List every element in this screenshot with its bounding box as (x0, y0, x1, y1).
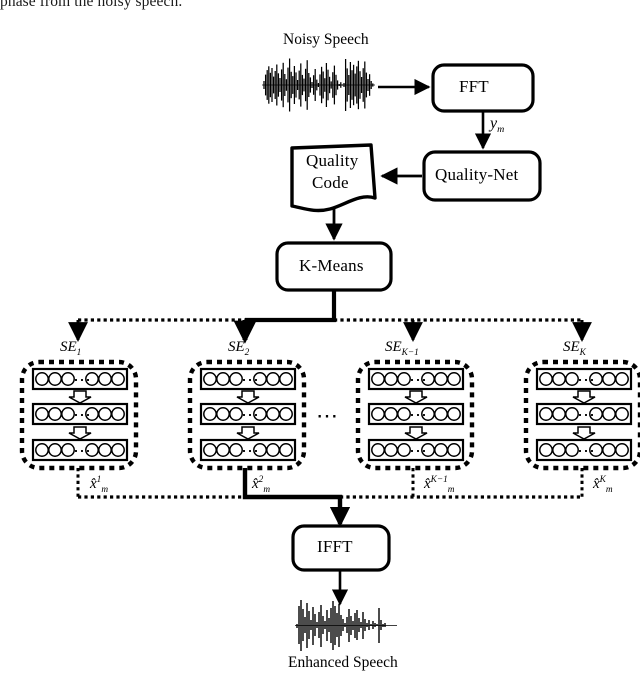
outk1-sup: K−1 (430, 475, 448, 485)
quality-code-label-line2: Code (312, 173, 349, 192)
sek-layer2-ellipsis: ⋯ (577, 405, 596, 425)
out2-base: x̂ (252, 476, 259, 492)
sek1-label: SEK−1 (385, 339, 419, 358)
sek-sub: K (579, 348, 586, 358)
edge-kmeans-to-bus (245, 290, 337, 323)
sek1-layer1-ellipsis: ⋯ (409, 370, 428, 390)
se-group-ellipsis: ⋯ (316, 403, 339, 428)
sek-base: SE (563, 339, 580, 355)
fft-box-label: FFT (459, 77, 489, 96)
k-means-box-label: K-Means (299, 256, 364, 275)
noisy-speech-label: Noisy Speech (283, 31, 369, 48)
ifft-box-label: IFFT (317, 537, 353, 556)
se2-layer2-ellipsis: ⋯ (241, 405, 260, 425)
se2-sub: 2 (244, 348, 250, 358)
spectrum-sub: m (497, 124, 505, 136)
se1-layer2-ellipsis: ⋯ (73, 405, 92, 425)
output-label-2: x̂2m (252, 475, 270, 495)
spectrum-signal-label: ym (490, 115, 504, 135)
se1-label: SE1 (60, 339, 81, 358)
outk-sup: K (599, 475, 606, 485)
enhanced-speech-label: Enhanced Speech (288, 654, 398, 671)
quality-code-label-line1: Quality (306, 151, 359, 170)
enhanced-speech-waveform (295, 600, 397, 651)
sek-label: SEK (563, 339, 586, 358)
sek-layer1-ellipsis: ⋯ (577, 370, 596, 390)
outk1-base: x̂ (424, 476, 431, 492)
out2-sup: 2 (258, 475, 264, 485)
sek1-base: SE (385, 339, 402, 355)
noisy-speech-waveform (262, 58, 375, 112)
out1-sup: 1 (96, 475, 102, 485)
sek-layer3-ellipsis: ⋯ (577, 441, 596, 461)
outk-sub: m (605, 485, 613, 495)
se1-base: SE (60, 339, 77, 355)
output-label-1: x̂1m (90, 475, 108, 495)
diagram-canvas: phase from the noisy speech. Noisy Speec… (0, 0, 640, 673)
sek1-sub: K−1 (401, 348, 419, 358)
se2-base: SE (228, 339, 245, 355)
se2-layer1-ellipsis: ⋯ (241, 370, 260, 390)
outk-base: x̂ (593, 476, 600, 492)
se2-layer3-ellipsis: ⋯ (241, 441, 260, 461)
flowchart-svg (19, 58, 640, 651)
se1-layer3-ellipsis: ⋯ (73, 441, 92, 461)
out1-base: x̂ (90, 476, 97, 492)
output-label-k: x̂Km (593, 475, 613, 495)
output-label-k-minus-1: x̂K−1m (424, 475, 455, 495)
outk1-sub: m (447, 485, 455, 495)
se2-label: SE2 (228, 339, 249, 358)
quality-net-box-label: Quality-Net (435, 165, 519, 184)
sek1-layer3-ellipsis: ⋯ (409, 441, 428, 461)
out2-sub: m (263, 485, 271, 495)
out1-sub: m (101, 485, 109, 495)
se1-sub: 1 (76, 348, 82, 358)
sek1-layer2-ellipsis: ⋯ (409, 405, 428, 425)
se1-layer1-ellipsis: ⋯ (73, 370, 92, 390)
